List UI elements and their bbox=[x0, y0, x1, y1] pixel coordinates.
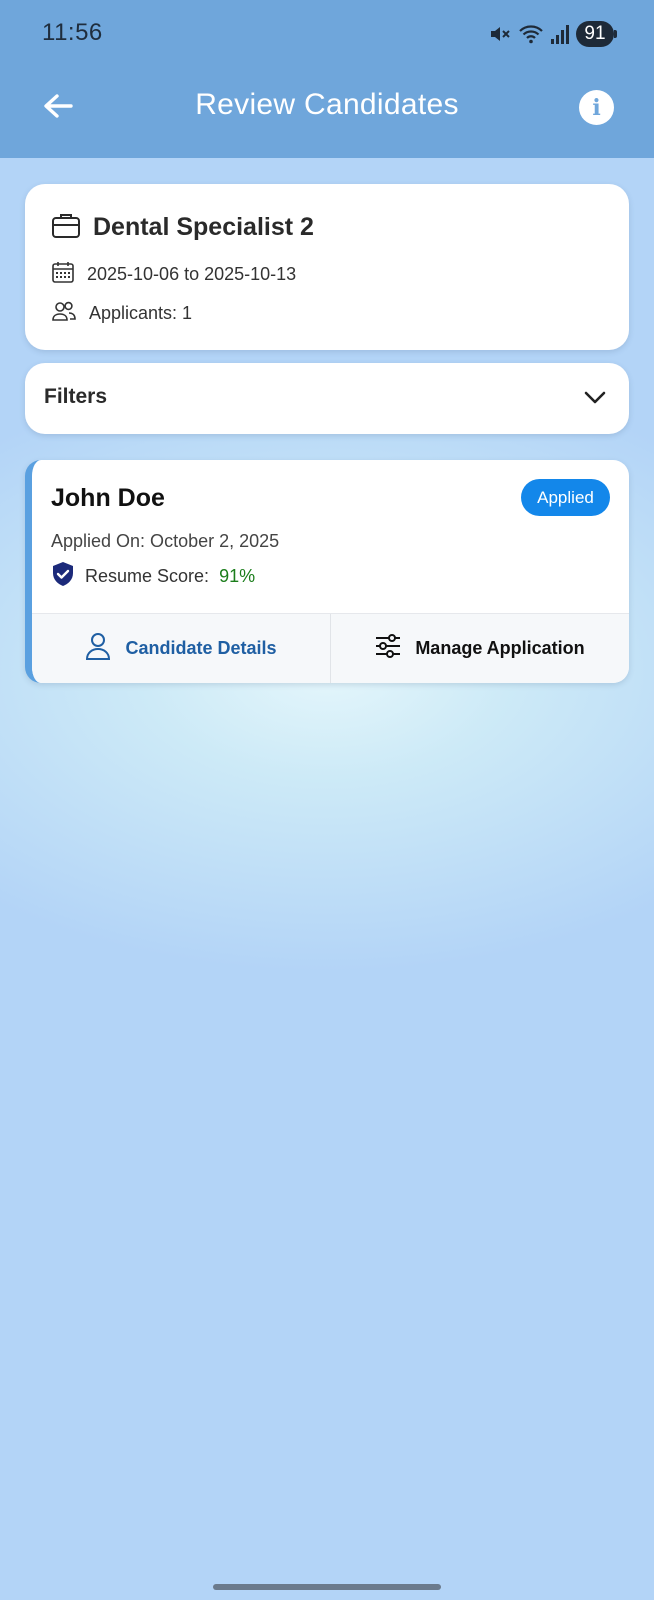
user-icon bbox=[85, 632, 111, 665]
candidate-details-button[interactable]: Candidate Details bbox=[32, 614, 331, 683]
job-title: Dental Specialist 2 bbox=[93, 213, 314, 241]
resume-score-value: 91% bbox=[219, 566, 256, 586]
app-header: 11:56 91 Review Candidates i bbox=[0, 0, 654, 158]
filters-toggle[interactable]: Filters bbox=[25, 363, 629, 434]
status-icons: 91 bbox=[488, 20, 617, 48]
applied-date: Applied On: October 2, 2025 bbox=[51, 531, 280, 551]
resume-score-label: Resume Score: bbox=[85, 566, 210, 586]
wifi-icon bbox=[518, 22, 544, 46]
info-icon: i bbox=[592, 94, 601, 121]
applicant-count: Applicants: 1 bbox=[89, 303, 193, 323]
candidate-details-label: Candidate Details bbox=[125, 638, 277, 658]
manage-application-label: Manage Application bbox=[415, 638, 585, 658]
page-title: Review Candidates bbox=[195, 88, 459, 121]
status-time: 11:56 bbox=[42, 19, 103, 46]
users-icon bbox=[51, 300, 77, 327]
manage-application-button[interactable]: Manage Application bbox=[331, 614, 629, 683]
calendar-icon bbox=[51, 260, 75, 289]
job-dates-row: 2025-10-06 to 2025-10-13 bbox=[51, 260, 296, 289]
home-indicator[interactable] bbox=[213, 1584, 441, 1590]
job-summary-card: Dental Specialist 2 2025-10-06 to 2025-1… bbox=[25, 184, 629, 350]
status-badge: Applied bbox=[521, 479, 610, 516]
info-button[interactable]: i bbox=[579, 90, 614, 125]
briefcase-icon bbox=[51, 211, 81, 244]
job-date-range: 2025-10-06 to 2025-10-13 bbox=[87, 264, 297, 284]
mute-icon bbox=[488, 22, 512, 46]
shield-check-icon bbox=[51, 561, 75, 592]
chevron-down-icon bbox=[583, 387, 607, 412]
battery-icon: 91 bbox=[576, 21, 617, 47]
candidate-actions: Candidate Details Manage Application bbox=[32, 613, 629, 683]
resume-score-row: Resume Score: 91% bbox=[51, 561, 255, 592]
candidate-name: John Doe bbox=[51, 484, 165, 512]
job-applicants-row: Applicants: 1 bbox=[51, 300, 192, 327]
job-title-row: Dental Specialist 2 bbox=[51, 211, 314, 244]
signal-icon bbox=[550, 23, 570, 45]
filters-label: Filters bbox=[44, 385, 108, 408]
sliders-icon bbox=[375, 634, 401, 663]
candidate-card: John Doe Applied Applied On: October 2, … bbox=[25, 460, 629, 683]
